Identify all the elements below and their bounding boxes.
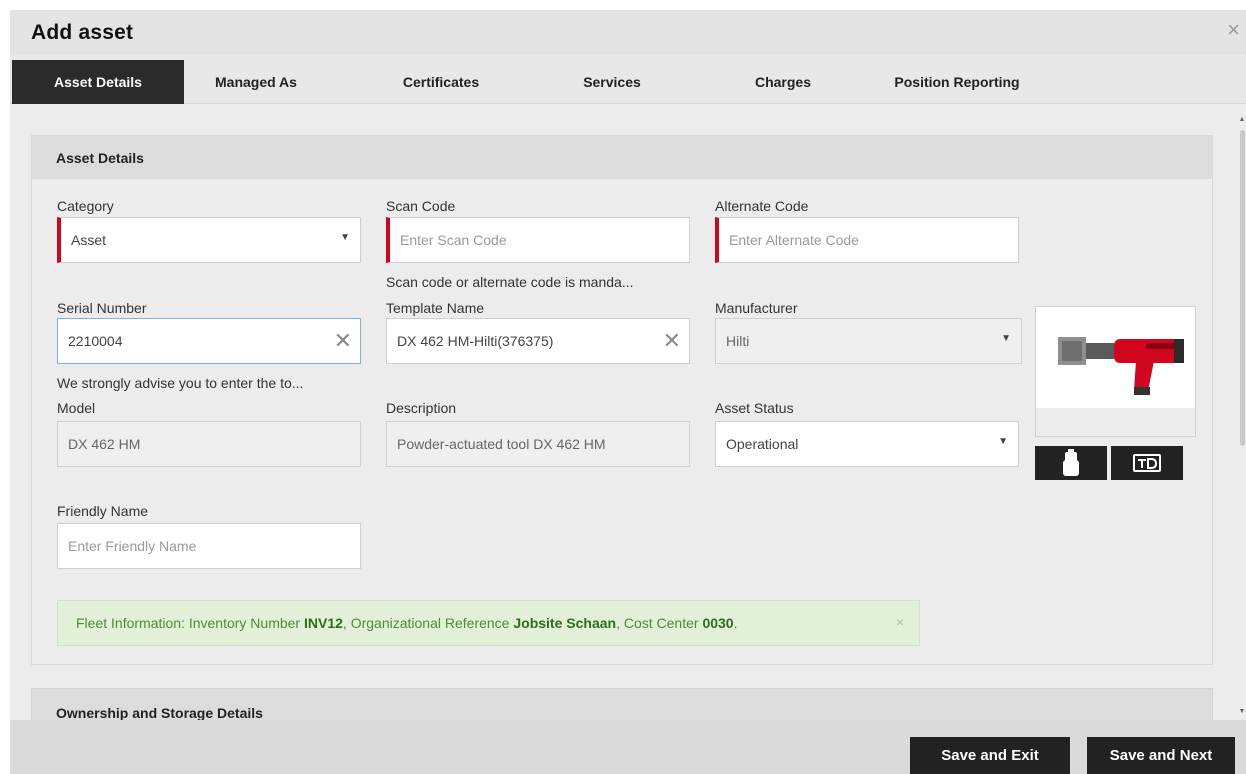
ownership-storage-title: Ownership and Storage Details	[56, 705, 263, 721]
model-value: DX 462 HM	[68, 436, 141, 452]
fleet-information-banner: Fleet Information: Inventory Number INV1…	[57, 600, 920, 646]
model-label: Model	[57, 400, 96, 416]
asset-image	[1035, 306, 1196, 437]
fleet-org-prefix: , Organizational Reference	[342, 615, 514, 631]
fleet-suffix: .	[733, 615, 738, 631]
panel-title: Asset Details	[56, 150, 144, 166]
friendly-name-input[interactable]: Enter Friendly Name	[57, 523, 361, 569]
add-asset-dialog: Add asset × Asset Details Managed As Cer…	[10, 10, 1246, 774]
scan-code-label: Scan Code	[386, 198, 456, 214]
vertical-scrollbar[interactable]: ▲ ▼	[1238, 116, 1246, 720]
dialog-footer: Save and Exit Save and Next	[10, 720, 1246, 774]
tab-position-reporting[interactable]: Position Reporting	[862, 60, 1052, 104]
save-and-next-button[interactable]: Save and Next	[1087, 737, 1235, 774]
alternate-code-input[interactable]: Enter Alternate Code	[715, 217, 1019, 263]
upload-image-button[interactable]	[1035, 446, 1107, 480]
powder-actuated-tool-image	[1058, 337, 1184, 395]
ownership-storage-panel[interactable]: Ownership and Storage Details	[31, 688, 1213, 721]
save-and-exit-button[interactable]: Save and Exit	[910, 737, 1070, 774]
scroll-down-icon[interactable]: ▼	[1238, 708, 1246, 715]
description-field: Powder-actuated tool DX 462 HM	[386, 421, 690, 467]
caret-down-icon: ▼	[1001, 333, 1011, 344]
serial-number-value: 2210004	[68, 333, 123, 349]
asset-status-value: Operational	[726, 436, 799, 452]
tab-bar: Asset Details Managed As Certificates Se…	[10, 55, 1246, 104]
caret-down-icon: ▼	[340, 232, 350, 243]
friendly-name-label: Friendly Name	[57, 503, 149, 519]
asset-status-label: Asset Status	[715, 400, 794, 416]
upload-image-icon	[1063, 449, 1079, 476]
dialog-title: Add asset	[31, 21, 134, 44]
scan-code-input[interactable]: Enter Scan Code	[386, 217, 690, 263]
inventory-number: INV12	[304, 615, 343, 631]
clear-icon[interactable]: ✕	[663, 328, 681, 354]
tab-asset-details[interactable]: Asset Details	[12, 60, 184, 104]
template-name-label: Template Name	[386, 300, 485, 316]
image-strip	[1036, 408, 1195, 436]
tab-charges[interactable]: Charges	[713, 60, 853, 104]
manufacturer-label: Manufacturer	[715, 300, 798, 316]
tab-services[interactable]: Services	[542, 60, 682, 104]
category-label: Category	[57, 198, 114, 214]
close-icon[interactable]: ×	[1227, 18, 1240, 42]
manufacturer-value: Hilti	[726, 333, 750, 349]
panel-header: Asset Details	[32, 136, 1212, 179]
description-label: Description	[386, 400, 457, 416]
serial-number-input[interactable]: 2210004 ✕	[57, 318, 361, 364]
serial-number-label: Serial Number	[57, 300, 147, 316]
scan-code-hint: Scan code or alternate code is manda...	[386, 274, 634, 290]
asset-status-select[interactable]: Operational ▼	[715, 421, 1019, 467]
serial-number-hint: We strongly advise you to enter the to..…	[57, 375, 304, 391]
description-value: Powder-actuated tool DX 462 HM	[397, 436, 606, 452]
fleet-prefix: Fleet Information: Inventory Number	[76, 615, 304, 631]
category-select[interactable]: Asset ▼	[57, 217, 361, 263]
tab-managed-as[interactable]: Managed As	[184, 60, 328, 104]
tab-certificates[interactable]: Certificates	[370, 60, 512, 104]
scrollbar-thumb[interactable]	[1240, 130, 1245, 446]
fleet-information-text: Fleet Information: Inventory Number INV1…	[76, 615, 737, 631]
alternate-code-placeholder: Enter Alternate Code	[729, 232, 859, 248]
id-tag-button[interactable]	[1111, 446, 1183, 480]
manufacturer-select[interactable]: Hilti ▼	[715, 318, 1022, 364]
clear-icon[interactable]: ✕	[334, 328, 352, 354]
template-name-input[interactable]: DX 462 HM-Hilti(376375) ✕	[386, 318, 690, 364]
id-tag-icon	[1133, 454, 1161, 472]
alternate-code-label: Alternate Code	[715, 198, 809, 214]
fleet-cost-prefix: , Cost Center	[616, 615, 703, 631]
caret-down-icon: ▼	[998, 436, 1008, 447]
scroll-up-icon[interactable]: ▲	[1238, 116, 1246, 123]
template-name-value: DX 462 HM-Hilti(376375)	[397, 333, 554, 349]
friendly-name-placeholder: Enter Friendly Name	[68, 538, 197, 554]
category-value: Asset	[71, 232, 107, 248]
scan-code-placeholder: Enter Scan Code	[400, 232, 507, 248]
organizational-reference: Jobsite Schaan	[513, 615, 617, 631]
cost-center: 0030	[702, 615, 734, 631]
close-icon[interactable]: ×	[896, 614, 904, 630]
dialog-title-bar: Add asset ×	[10, 10, 1246, 55]
model-field: DX 462 HM	[57, 421, 361, 467]
